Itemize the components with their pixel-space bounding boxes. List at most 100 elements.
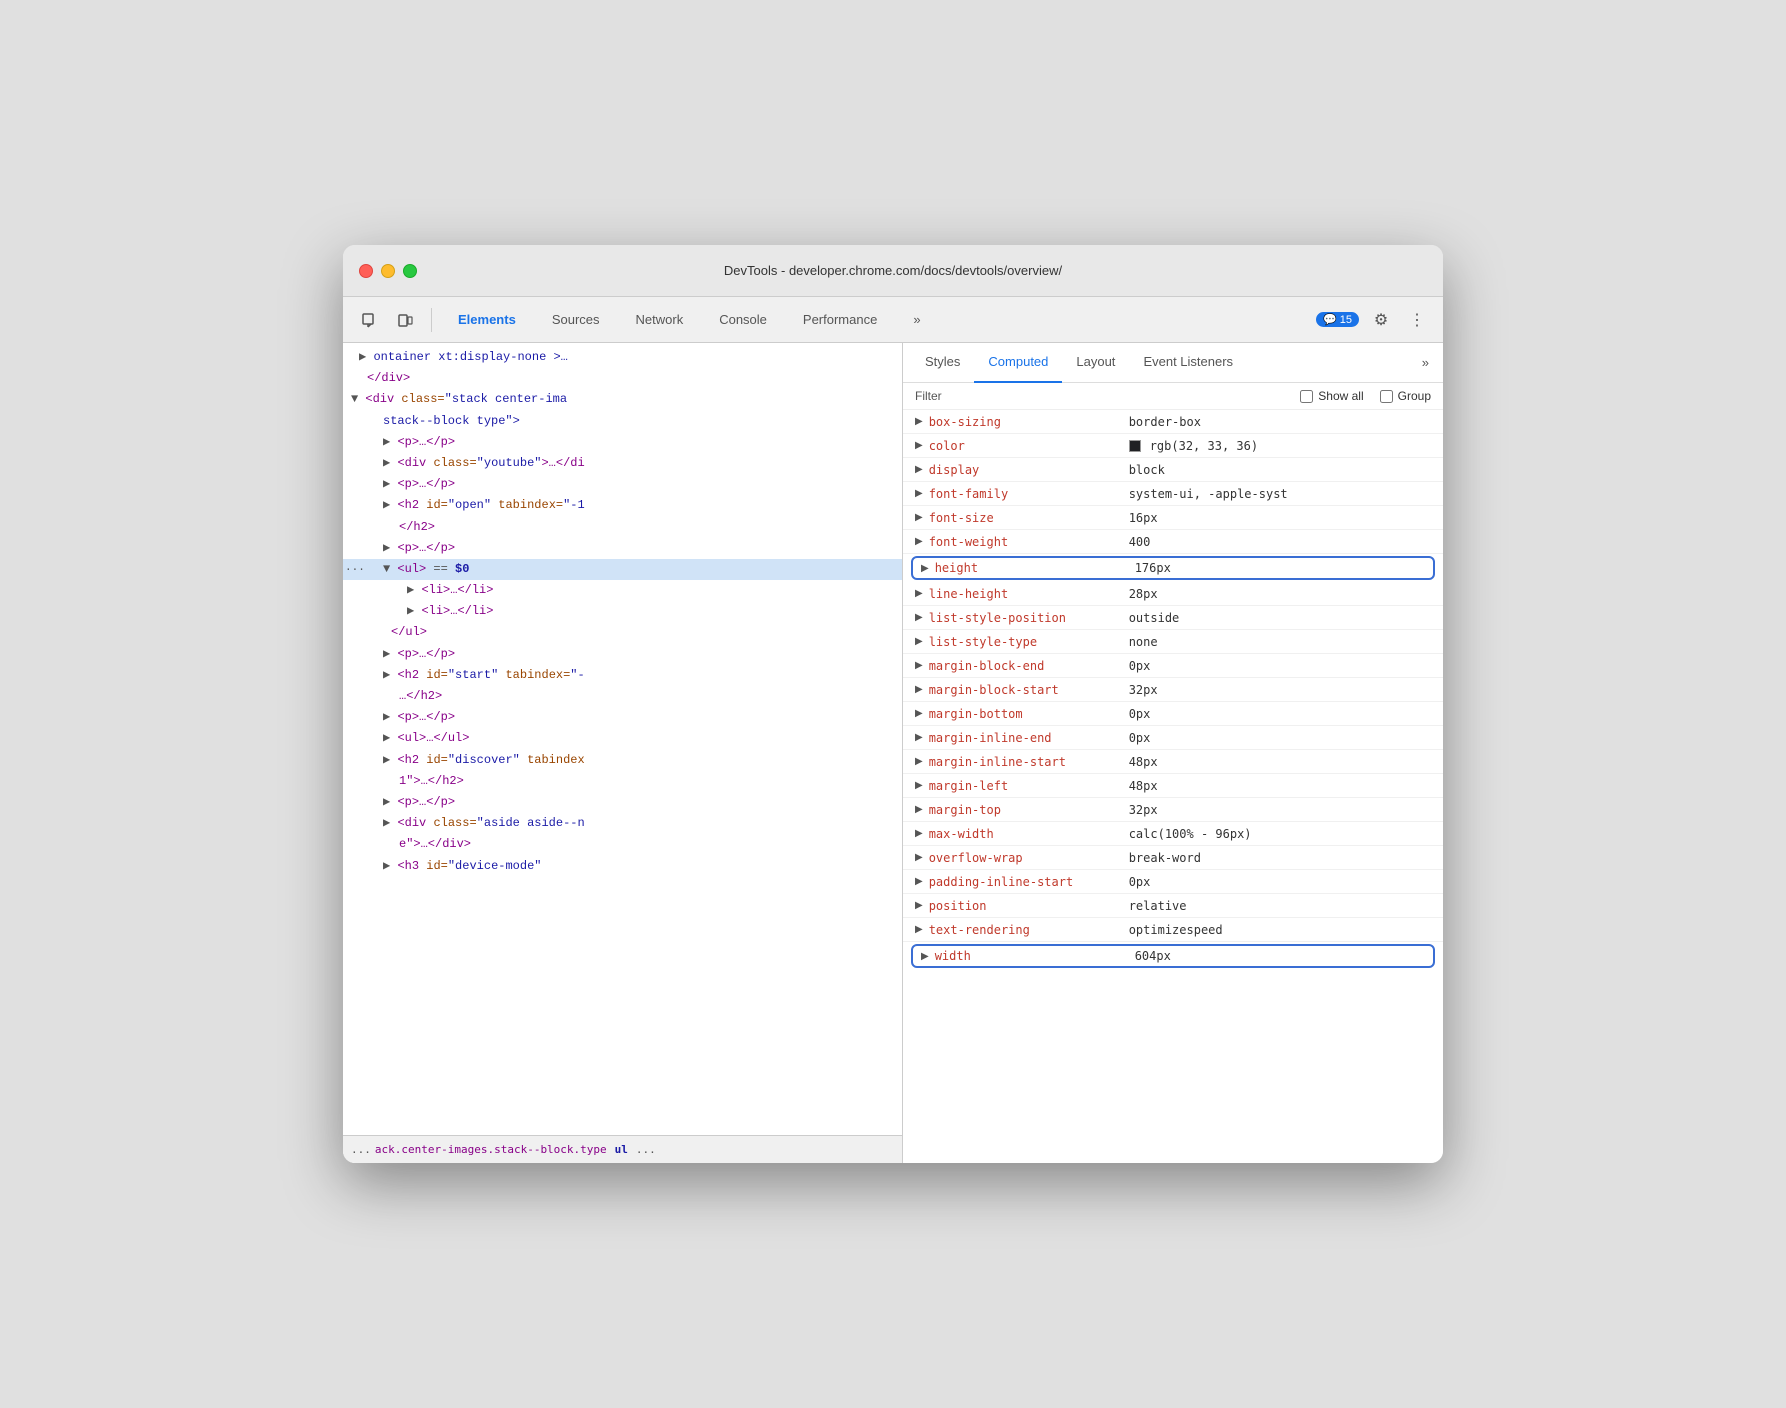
tab-network[interactable]: Network bbox=[622, 306, 698, 334]
element-line-2: ▼ <div class="stack center-ima bbox=[343, 389, 902, 410]
minimize-button[interactable] bbox=[381, 264, 395, 278]
expand-icon-max-width[interactable]: ▶ bbox=[915, 828, 923, 839]
computed-row-list-style-position[interactable]: ▶list-style-positionoutside bbox=[903, 606, 1443, 630]
computed-row-margin-block-end[interactable]: ▶margin-block-end0px bbox=[903, 654, 1443, 678]
styles-tabs: Styles Computed Layout Event Listeners » bbox=[903, 343, 1443, 383]
tab-performance[interactable]: Performance bbox=[789, 306, 891, 334]
tab-elements[interactable]: Elements bbox=[444, 306, 530, 334]
tab-more[interactable]: » bbox=[899, 306, 934, 334]
element-line-21: ▶ <p>…</p> bbox=[343, 792, 902, 813]
tab-event-listeners[interactable]: Event Listeners bbox=[1129, 343, 1247, 383]
filter-bar: Filter Show all Group bbox=[903, 383, 1443, 410]
element-line-5: ▶ <div class="youtube">…</di bbox=[343, 453, 902, 474]
computed-row-text-rendering[interactable]: ▶text-renderingoptimizespeed bbox=[903, 918, 1443, 942]
elements-tree[interactable]: ▶ ontainer xt:display-none >… </div> ▼ <… bbox=[343, 343, 902, 1135]
filter-label: Filter bbox=[915, 389, 942, 403]
expand-icon-padding-inline-start[interactable]: ▶ bbox=[915, 876, 923, 887]
breadcrumb-item-tag[interactable]: ul bbox=[615, 1143, 628, 1156]
computed-row-height[interactable]: ▶height176px bbox=[911, 556, 1435, 580]
expand-icon-font-size[interactable]: ▶ bbox=[915, 512, 923, 523]
expand-icon-overflow-wrap[interactable]: ▶ bbox=[915, 852, 923, 863]
computed-prop-value: 604px bbox=[1135, 949, 1171, 963]
settings-icon[interactable]: ⚙ bbox=[1367, 306, 1395, 334]
color-swatch bbox=[1129, 440, 1141, 452]
computed-row-margin-left[interactable]: ▶margin-left48px bbox=[903, 774, 1443, 798]
computed-prop-name: list-style-type bbox=[929, 635, 1129, 649]
computed-prop-value: 32px bbox=[1129, 683, 1158, 697]
computed-prop-value: block bbox=[1129, 463, 1165, 477]
tab-console[interactable]: Console bbox=[705, 306, 781, 334]
device-mode-icon[interactable] bbox=[391, 306, 419, 334]
close-button[interactable] bbox=[359, 264, 373, 278]
show-all-checkbox[interactable] bbox=[1300, 390, 1313, 403]
group-option[interactable]: Group bbox=[1380, 389, 1431, 403]
computed-row-box-sizing[interactable]: ▶box-sizingborder-box bbox=[903, 410, 1443, 434]
group-checkbox[interactable] bbox=[1380, 390, 1393, 403]
expand-icon-color[interactable]: ▶ bbox=[915, 440, 923, 451]
tab-sources[interactable]: Sources bbox=[538, 306, 614, 334]
element-line-15: ▶ <h2 id="start" tabindex="- bbox=[343, 665, 902, 686]
computed-prop-value: 32px bbox=[1129, 803, 1158, 817]
expand-icon-margin-left[interactable]: ▶ bbox=[915, 780, 923, 791]
maximize-button[interactable] bbox=[403, 264, 417, 278]
issues-badge[interactable]: 💬 15 bbox=[1316, 312, 1359, 327]
computed-row-margin-block-start[interactable]: ▶ margin-block-start32px bbox=[903, 678, 1443, 702]
expand-icon-height[interactable]: ▶ bbox=[921, 563, 929, 574]
breadcrumb-item-class[interactable]: ack.center-images.stack--block.type bbox=[375, 1143, 607, 1156]
computed-row-font-size[interactable]: ▶font-size16px bbox=[903, 506, 1443, 530]
element-line-1: </div> bbox=[343, 368, 902, 389]
show-all-option[interactable]: Show all bbox=[1300, 389, 1363, 403]
more-options-icon[interactable]: ⋮ bbox=[1403, 306, 1431, 334]
computed-prop-value: 0px bbox=[1129, 659, 1151, 673]
computed-row-overflow-wrap[interactable]: ▶overflow-wrapbreak-word bbox=[903, 846, 1443, 870]
computed-row-width[interactable]: ▶width604px bbox=[911, 944, 1435, 968]
expand-icon-display[interactable]: ▶ bbox=[915, 464, 923, 475]
computed-row-margin-bottom[interactable]: ▶margin-bottom0px bbox=[903, 702, 1443, 726]
computed-prop-name: box-sizing bbox=[929, 415, 1129, 429]
expand-icon-box-sizing[interactable]: ▶ bbox=[915, 416, 923, 427]
computed-row-font-weight[interactable]: ▶font-weight400 bbox=[903, 530, 1443, 554]
expand-icon-margin-top[interactable]: ▶ bbox=[915, 804, 923, 815]
expand-icon-list-style-type[interactable]: ▶ bbox=[915, 636, 923, 647]
computed-row-color[interactable]: ▶colorrgb(32, 33, 36) bbox=[903, 434, 1443, 458]
breadcrumb-dots-2: ... bbox=[636, 1143, 656, 1156]
expand-icon-font-family[interactable]: ▶ bbox=[915, 488, 923, 499]
expand-icon-line-height[interactable]: ▶ bbox=[915, 588, 923, 599]
computed-properties-list[interactable]: ▶box-sizingborder-box▶colorrgb(32, 33, 3… bbox=[903, 410, 1443, 1163]
expand-icon-margin-block-start[interactable]: ▶ bbox=[915, 684, 923, 695]
expand-icon-font-weight[interactable]: ▶ bbox=[915, 536, 923, 547]
computed-row-max-width[interactable]: ▶max-widthcalc(100% - 96px) bbox=[903, 822, 1443, 846]
computed-prop-value: 0px bbox=[1129, 731, 1151, 745]
expand-icon-position[interactable]: ▶ bbox=[915, 900, 923, 911]
computed-row-display[interactable]: ▶displayblock bbox=[903, 458, 1443, 482]
computed-row-list-style-type[interactable]: ▶list-style-typenone bbox=[903, 630, 1443, 654]
element-line-8: </h2> bbox=[343, 517, 902, 538]
tab-layout[interactable]: Layout bbox=[1062, 343, 1129, 383]
expand-icon-list-style-position[interactable]: ▶ bbox=[915, 612, 923, 623]
tab-computed[interactable]: Computed bbox=[974, 343, 1062, 383]
element-line-22: ▶ <div class="aside aside--n bbox=[343, 813, 902, 834]
styles-tab-more[interactable]: » bbox=[1416, 351, 1435, 374]
computed-prop-name: margin-block-start bbox=[929, 683, 1129, 697]
expand-icon-margin-inline-end[interactable]: ▶ bbox=[915, 732, 923, 743]
computed-row-padding-inline-start[interactable]: ▶padding-inline-start0px bbox=[903, 870, 1443, 894]
element-line-14: ▶ <p>…</p> bbox=[343, 644, 902, 665]
expand-icon-margin-block-end[interactable]: ▶ bbox=[915, 660, 923, 671]
expand-icon-margin-bottom[interactable]: ▶ bbox=[915, 708, 923, 719]
computed-row-margin-inline-end[interactable]: ▶margin-inline-end0px bbox=[903, 726, 1443, 750]
tab-styles[interactable]: Styles bbox=[911, 343, 974, 383]
expand-icon-width[interactable]: ▶ bbox=[921, 951, 929, 962]
computed-row-line-height[interactable]: ▶line-height28px bbox=[903, 582, 1443, 606]
computed-row-position[interactable]: ▶positionrelative bbox=[903, 894, 1443, 918]
computed-row-margin-top[interactable]: ▶margin-top32px bbox=[903, 798, 1443, 822]
element-line-10[interactable]: ... ▼ <ul> == $0 bbox=[343, 559, 902, 580]
main-content: ▶ ontainer xt:display-none >… </div> ▼ <… bbox=[343, 343, 1443, 1163]
expand-icon-text-rendering[interactable]: ▶ bbox=[915, 924, 923, 935]
computed-row-margin-inline-start[interactable]: ▶margin-inline-start48px bbox=[903, 750, 1443, 774]
expand-icon-margin-inline-start[interactable]: ▶ bbox=[915, 756, 923, 767]
select-element-icon[interactable] bbox=[355, 306, 383, 334]
computed-row-font-family[interactable]: ▶font-familysystem-ui, -apple-syst bbox=[903, 482, 1443, 506]
computed-prop-name: font-family bbox=[929, 487, 1129, 501]
computed-prop-name: line-height bbox=[929, 587, 1129, 601]
title-bar: DevTools - developer.chrome.com/docs/dev… bbox=[343, 245, 1443, 297]
